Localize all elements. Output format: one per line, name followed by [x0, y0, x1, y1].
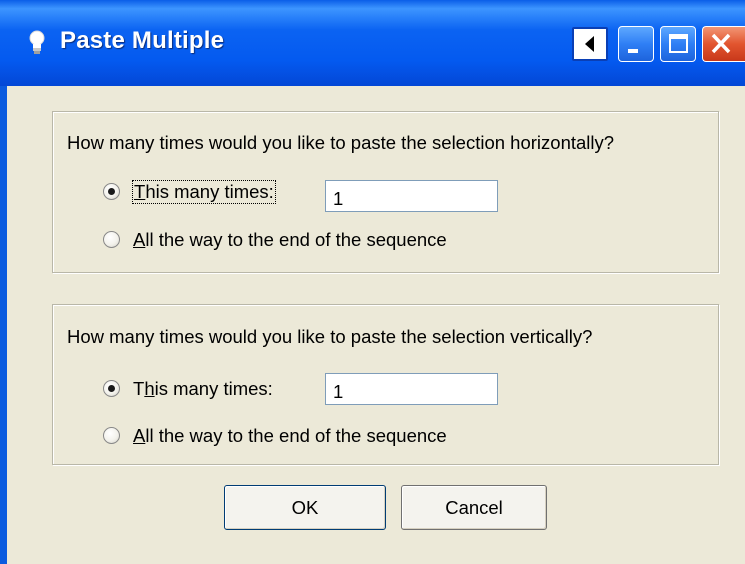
minimize-button[interactable]: [618, 26, 654, 62]
horizontal-times-input[interactable]: [325, 180, 498, 212]
close-icon: [711, 33, 731, 54]
maximize-button[interactable]: [660, 26, 696, 62]
minimize-icon: [628, 49, 638, 53]
arrow-left-icon: [585, 36, 594, 52]
horizontal-this-many-radio[interactable]: [103, 183, 120, 200]
maximize-icon: [669, 34, 688, 53]
cancel-button[interactable]: Cancel: [401, 485, 547, 530]
title-bar[interactable]: Paste Multiple: [0, 0, 745, 86]
horizontal-this-many-label[interactable]: This many times:: [132, 180, 276, 204]
lightbulb-icon: [29, 30, 45, 54]
back-button[interactable]: [572, 27, 608, 61]
vertical-question: How many times would you like to paste t…: [67, 326, 593, 347]
horizontal-question: How many times would you like to paste t…: [67, 132, 615, 153]
vertical-end-radio[interactable]: [103, 427, 120, 444]
vertical-times-input[interactable]: [325, 373, 498, 405]
window-title: Paste Multiple: [60, 27, 225, 54]
vertical-end-label[interactable]: All the way to the end of the sequence: [133, 425, 447, 447]
vertical-this-many-radio[interactable]: [103, 380, 120, 397]
vertical-group: How many times would you like to paste t…: [52, 304, 719, 465]
paste-multiple-dialog: Paste Multiple How many times would you …: [0, 0, 745, 564]
window-frame: [0, 86, 7, 564]
horizontal-group: How many times would you like to paste t…: [52, 111, 719, 273]
close-button[interactable]: [702, 26, 745, 62]
ok-button[interactable]: OK: [224, 485, 386, 530]
horizontal-end-radio[interactable]: [103, 231, 120, 248]
vertical-this-many-label[interactable]: This many times:: [133, 378, 273, 400]
horizontal-end-label[interactable]: All the way to the end of the sequence: [133, 229, 447, 251]
